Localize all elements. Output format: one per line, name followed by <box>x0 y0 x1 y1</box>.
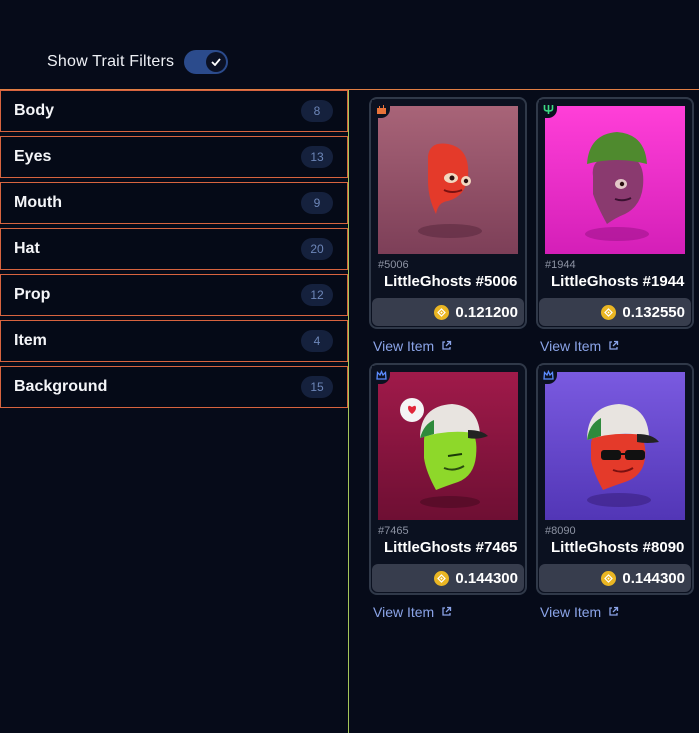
nft-card[interactable]: #5006 LittleGhosts #5006 0.121200 <box>369 97 527 329</box>
nft-price: 0.132550 <box>622 303 685 321</box>
filter-count-badge: 8 <box>301 100 333 122</box>
toggle-label: Show Trait Filters <box>47 53 175 70</box>
view-item-link[interactable]: View Item <box>373 604 452 620</box>
filter-mouth[interactable]: Mouth 9 <box>0 182 348 224</box>
price-box: 0.144300 <box>372 564 524 592</box>
external-link-icon <box>608 338 619 354</box>
view-item-label: View Item <box>540 338 602 354</box>
crown-icon <box>372 366 390 384</box>
price-box: 0.121200 <box>372 298 524 326</box>
trident-icon <box>539 100 557 118</box>
external-link-icon <box>441 604 452 620</box>
nft-id: #1944 <box>545 259 576 271</box>
filter-count-badge: 15 <box>301 376 333 398</box>
view-item-link[interactable]: View Item <box>373 338 452 354</box>
nft-card[interactable]: #8090 LittleGhosts #8090 0.144300 <box>536 363 694 595</box>
nft-name: LittleGhosts #7465 <box>384 539 518 556</box>
view-item-label: View Item <box>540 604 602 620</box>
nft-id: #7465 <box>378 525 409 537</box>
filter-count-badge: 13 <box>301 146 333 168</box>
nft-card[interactable]: #7465 LittleGhosts #7465 0.144300 <box>369 363 527 595</box>
filter-background[interactable]: Background 15 <box>0 366 348 408</box>
nft-id: #5006 <box>378 259 409 271</box>
nft-name: LittleGhosts #8090 <box>551 539 685 556</box>
castle-icon <box>372 100 390 118</box>
filter-label: Item <box>14 332 47 349</box>
trait-filter-sidebar: Body 8 Eyes 13 Mouth 9 Hat 20 Prop 12 It… <box>0 90 349 733</box>
bnb-coin-icon <box>601 304 617 320</box>
view-item-link[interactable]: View Item <box>540 604 619 620</box>
view-item-label: View Item <box>373 338 435 354</box>
view-item-label: View Item <box>373 604 435 620</box>
nft-image[interactable] <box>545 106 685 254</box>
filter-prop[interactable]: Prop 12 <box>0 274 348 316</box>
nft-image[interactable] <box>378 372 518 520</box>
filter-body[interactable]: Body 8 <box>0 90 348 132</box>
nft-image[interactable] <box>545 372 685 520</box>
show-trait-filters-toggle[interactable] <box>184 50 229 74</box>
filter-item[interactable]: Item 4 <box>0 320 348 362</box>
filter-label: Eyes <box>14 148 52 165</box>
external-link-icon <box>441 338 452 354</box>
filter-count-badge: 20 <box>301 238 333 260</box>
trait-filter-toggle-row: Show Trait Filters <box>47 49 229 75</box>
crown-icon <box>539 366 557 384</box>
filter-hat[interactable]: Hat 20 <box>0 228 348 270</box>
filter-count-badge: 9 <box>301 192 333 214</box>
filter-label: Mouth <box>14 194 62 211</box>
bnb-coin-icon <box>434 304 450 320</box>
filter-label: Body <box>14 102 54 119</box>
nft-id: #8090 <box>545 525 576 537</box>
filter-count-badge: 12 <box>301 284 333 306</box>
check-icon <box>206 52 227 72</box>
price-box: 0.144300 <box>539 564 691 592</box>
nft-card[interactable]: #1944 LittleGhosts #1944 0.132550 <box>536 97 694 329</box>
filter-eyes[interactable]: Eyes 13 <box>0 136 348 178</box>
nft-price: 0.144300 <box>622 569 685 587</box>
price-box: 0.132550 <box>539 298 691 326</box>
bnb-coin-icon <box>434 570 450 586</box>
filter-label: Hat <box>14 240 40 257</box>
top-bar: Show Trait Filters <box>0 0 699 90</box>
filter-label: Background <box>14 378 108 395</box>
bnb-coin-icon <box>601 570 617 586</box>
nft-price: 0.144300 <box>455 569 518 587</box>
nft-price: 0.121200 <box>455 303 518 321</box>
external-link-icon <box>608 604 619 620</box>
view-item-link[interactable]: View Item <box>540 338 619 354</box>
filter-label: Prop <box>14 286 51 303</box>
nft-name: LittleGhosts #1944 <box>551 273 685 290</box>
nft-image[interactable] <box>378 106 518 254</box>
nft-name: LittleGhosts #5006 <box>384 273 518 290</box>
filter-count-badge: 4 <box>301 330 333 352</box>
